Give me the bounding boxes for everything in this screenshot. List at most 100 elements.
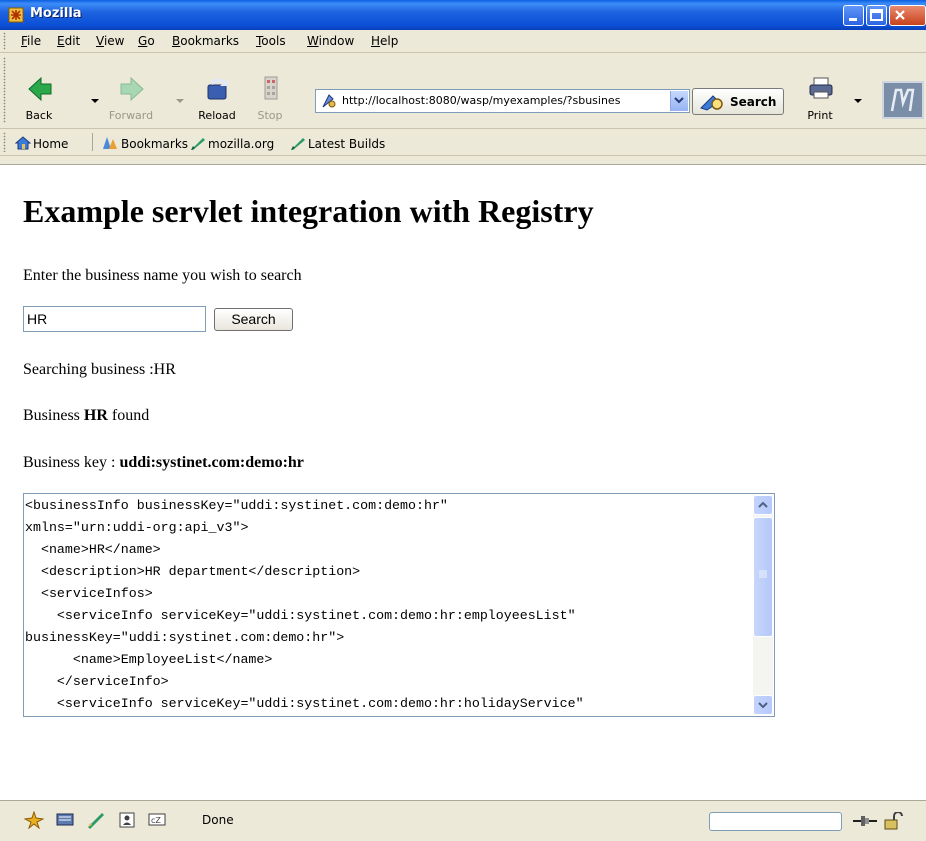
toolbar-separator [92, 133, 93, 151]
toolbar-grip[interactable] [3, 32, 6, 50]
chevron-down-icon [758, 702, 768, 709]
minimize-button[interactable] [843, 5, 864, 26]
bookmarks-label: Bookmarks [121, 137, 189, 151]
print-label: Print [807, 109, 833, 122]
navigator-component-icon[interactable] [24, 811, 44, 829]
key-prefix: Business key : [23, 454, 120, 471]
status-bar: cZ Done [0, 800, 926, 841]
forward-history-dropdown[interactable] [176, 99, 184, 103]
mail-component-icon[interactable] [55, 811, 75, 829]
menu-window[interactable]: Window [307, 34, 354, 48]
menu-file[interactable]: File [21, 34, 41, 48]
stop-icon [264, 76, 278, 100]
print-options-dropdown[interactable] [854, 99, 862, 103]
menu-bookmarks[interactable]: Bookmarks [172, 34, 239, 48]
home-button[interactable]: Home [14, 135, 69, 151]
toolbar-grip[interactable] [3, 132, 6, 152]
business-key-value: uddi:systinet.com:demo:hr [119, 454, 304, 471]
bookmarks-icon [103, 137, 117, 149]
menu-help[interactable]: Help [371, 34, 398, 48]
reload-button[interactable]: Reload [192, 56, 242, 124]
security-lock-icon[interactable] [882, 812, 904, 830]
svg-text:cZ: cZ [151, 816, 161, 825]
minimize-icon [849, 18, 857, 21]
grip-lines-icon [759, 570, 767, 578]
online-connection-icon[interactable] [852, 813, 878, 829]
xml-result-text[interactable]: <businessInfo businessKey="uddi:systinet… [25, 495, 749, 715]
back-label: Back [25, 109, 53, 122]
menu-bar: File Edit View Go Bookmarks Tools Window… [0, 30, 926, 53]
found-business-name: HR [83, 407, 108, 424]
menu-mnemonic: G [138, 34, 148, 48]
mozilla-org-link[interactable]: mozilla.org [190, 135, 274, 151]
mozilla-app-icon [8, 7, 24, 23]
menu-mnemonic: B [172, 34, 181, 48]
forward-button[interactable]: Forward [106, 56, 156, 124]
menu-view[interactable]: View [96, 34, 124, 48]
window-title: Mozilla [30, 6, 82, 21]
forward-label: Forward [108, 109, 154, 122]
bookmark-link-icon [191, 138, 205, 150]
irc-chat-icon[interactable]: cZ [147, 811, 167, 829]
reload-label: Reload [198, 109, 236, 122]
menu-mnemonic: H [371, 34, 381, 48]
bookmark-link-icon [291, 138, 305, 150]
business-name-input[interactable] [23, 306, 206, 332]
progress-meter [709, 812, 842, 831]
menu-edit[interactable]: Edit [57, 34, 80, 48]
navigation-toolbar: Back Forward Reload Stop http://localhos… [0, 53, 926, 129]
page-content: Example servlet integration with Registr… [0, 165, 926, 797]
search-prompt: Enter the business name you wish to sear… [23, 267, 302, 284]
mozilla-throbber-logo[interactable] [882, 81, 924, 119]
address-book-icon[interactable] [117, 811, 137, 829]
forward-arrow-icon [120, 76, 144, 102]
menu-tools[interactable]: Tools [256, 34, 286, 48]
scroll-thumb[interactable] [753, 517, 773, 637]
menu-mnemonic: W [307, 34, 319, 48]
reload-icon [207, 78, 227, 100]
menu-go[interactable]: Go [138, 34, 155, 48]
xml-vertical-scrollbar[interactable] [753, 495, 773, 715]
bookmarks-button[interactable]: Bookmarks [101, 135, 188, 151]
composer-component-icon[interactable] [86, 811, 106, 829]
maximize-icon [870, 9, 883, 21]
title-bar: Mozilla [0, 0, 926, 30]
back-button[interactable]: Back [14, 56, 64, 124]
toolbar-grip[interactable] [3, 57, 6, 123]
close-icon [895, 10, 905, 20]
found-prefix: Business [23, 407, 84, 424]
searching-status: Searching business :HR [23, 361, 176, 379]
chevron-down-icon [674, 97, 684, 104]
printer-icon [809, 77, 833, 99]
page-proxy-icon [322, 94, 336, 108]
toolbar-collapse-strip[interactable] [0, 156, 926, 165]
searching-prefix: Searching business : [23, 361, 154, 378]
stop-button[interactable]: Stop [245, 56, 295, 124]
menu-mnemonic: F [21, 34, 28, 48]
search-button[interactable]: Search [692, 88, 784, 115]
url-dropdown-button[interactable] [670, 91, 688, 111]
close-button[interactable] [889, 5, 926, 26]
search-submit-button[interactable]: Search [214, 308, 293, 331]
print-button[interactable]: Print [795, 56, 845, 124]
url-field[interactable]: http://localhost:8080/wasp/myexamples/?s… [315, 89, 690, 113]
xml-result-textarea[interactable]: <businessInfo businessKey="uddi:systinet… [23, 493, 775, 717]
business-key-text: Business key : uddi:systinet.com:demo:hr [23, 454, 304, 472]
search-button-label: Search [730, 95, 777, 109]
latest-builds-link[interactable]: Latest Builds [290, 135, 385, 151]
menu-mnemonic: E [57, 34, 65, 48]
back-arrow-icon [28, 76, 52, 102]
mozilla-org-label: mozilla.org [208, 137, 275, 151]
home-label: Home [33, 137, 69, 151]
url-text[interactable]: http://localhost:8080/wasp/myexamples/?s… [342, 94, 662, 107]
business-found-text: Business HR found [23, 407, 149, 425]
scroll-up-button[interactable] [753, 495, 773, 515]
scroll-down-button[interactable] [753, 695, 773, 715]
back-history-dropdown[interactable] [91, 99, 99, 103]
personal-toolbar: Home Bookmarks mozilla.org Latest Builds [0, 129, 926, 156]
searching-name: HR [153, 361, 176, 378]
search-magnifier-icon [700, 95, 723, 111]
found-suffix: found [107, 407, 150, 424]
maximize-button[interactable] [866, 5, 887, 26]
mozilla-m-icon [890, 88, 915, 112]
